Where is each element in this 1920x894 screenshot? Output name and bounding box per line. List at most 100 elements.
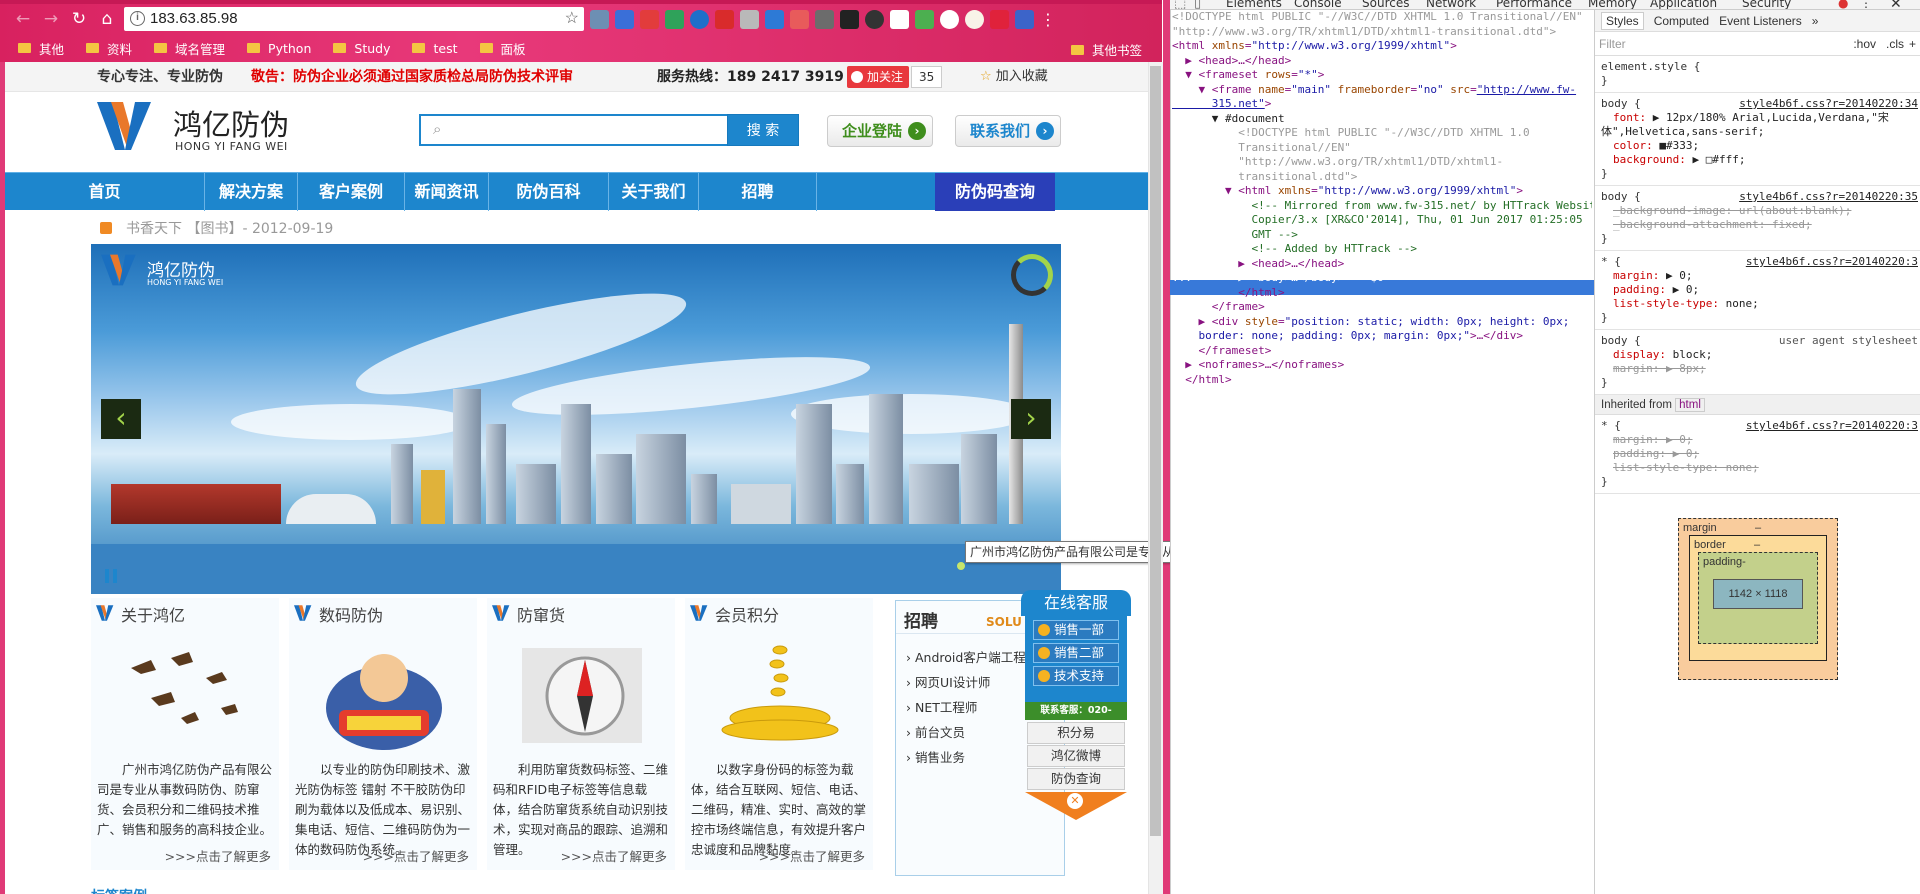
tab-event-listeners[interactable]: Event Listeners <box>1719 14 1802 28</box>
bookmark-star-icon[interactable]: ☆ <box>565 7 579 31</box>
job-item[interactable]: › 前台文员 <box>906 722 965 741</box>
service-sales-2[interactable]: 销售二部 <box>1033 643 1119 663</box>
info-icon[interactable]: i <box>130 11 145 26</box>
extension-icon[interactable] <box>715 10 734 29</box>
extension-icon[interactable] <box>640 10 659 29</box>
close-icon[interactable]: ✕ <box>1067 793 1083 809</box>
service-link[interactable]: 鸿亿微博 <box>1027 745 1125 767</box>
nav-item-home[interactable]: 首页 <box>5 173 205 211</box>
style-rule[interactable]: style4b6f.css?r=20140220:34 body {font: ▶… <box>1595 93 1920 186</box>
styles-filter-input[interactable]: Filter :hov .cls + <box>1595 32 1920 56</box>
reload-icon[interactable]: ↻ <box>68 8 90 30</box>
style-rule[interactable]: style4b6f.css?r=20140220:35 body {_backgr… <box>1595 186 1920 251</box>
tab-computed[interactable]: Computed <box>1654 14 1709 28</box>
nav-item-cases[interactable]: 客户案例 <box>298 173 405 211</box>
service-sales-1[interactable]: 销售一部 <box>1033 620 1119 640</box>
pause-icon[interactable] <box>105 569 119 583</box>
error-icon[interactable]: ● <box>1838 0 1848 9</box>
hero-slider[interactable]: 鸿亿防伪 HONG YI FANG WEI ‹ › <box>91 244 1061 594</box>
home-icon[interactable]: ⌂ <box>96 8 118 30</box>
dom-tree[interactable]: <!DOCTYPE html PUBLIC "-//W3C//DTD XHTML… <box>1172 10 1592 894</box>
box-model-diagram[interactable]: margin – border – padding- 1142 × 1118 <box>1678 518 1838 680</box>
nav-item-news[interactable]: 新闻资讯 <box>405 173 489 211</box>
style-rule[interactable]: user agent stylesheet body {display: bloc… <box>1595 330 1920 395</box>
extension-icon[interactable] <box>915 10 934 29</box>
extension-icon[interactable] <box>740 10 759 29</box>
tab-styles[interactable]: Styles <box>1601 11 1644 30</box>
extension-icon[interactable] <box>940 10 959 29</box>
nav-item-code-query[interactable]: 防伪码查询 <box>935 173 1055 211</box>
enterprise-login-button[interactable]: 企业登陆 › <box>827 115 933 147</box>
service-link[interactable]: 积分易 <box>1027 722 1125 744</box>
bookmark-folder[interactable]: 其他 <box>18 39 64 58</box>
bookmark-folder[interactable]: test <box>412 41 458 56</box>
job-item[interactable]: › 网页UI设计师 <box>906 672 990 691</box>
address-bar[interactable]: i 183.63.85.98 ☆ <box>124 7 584 31</box>
search-input[interactable]: ⌕ <box>419 114 729 146</box>
nav-item-solutions[interactable]: 解决方案 <box>205 173 298 211</box>
devtools-tab-console[interactable]: Console <box>1294 0 1342 9</box>
job-item[interactable]: › NET工程师 <box>906 697 977 716</box>
learn-more-link[interactable]: >>>点击了解更多 <box>363 846 469 865</box>
slider-next-button[interactable]: › <box>1011 399 1051 439</box>
extension-icon[interactable] <box>1015 10 1034 29</box>
devtools-tab-network[interactable]: Network <box>1426 0 1476 9</box>
menu-kebab-icon[interactable]: ⋮ <box>1040 10 1056 32</box>
slider-dot[interactable] <box>957 562 965 570</box>
devtools-tab-performance[interactable]: Performance <box>1496 0 1572 9</box>
extension-icon[interactable] <box>665 10 684 29</box>
devtools-tab-memory[interactable]: Memory <box>1588 0 1637 9</box>
device-icon[interactable]: ▯ <box>1194 0 1201 9</box>
style-rule[interactable]: element.style {} <box>1595 56 1920 93</box>
extension-icon[interactable] <box>865 10 884 29</box>
job-item[interactable]: › 销售业务 <box>906 747 965 766</box>
extension-icon[interactable] <box>990 10 1009 29</box>
learn-more-link[interactable]: >>>点击了解更多 <box>165 846 271 865</box>
bookmark-folder[interactable]: Python <box>247 41 311 56</box>
other-bookmarks[interactable]: 其他书签 <box>1070 40 1142 59</box>
bookmark-folder[interactable]: 资料 <box>86 39 132 58</box>
service-tech-support[interactable]: 技术支持 <box>1033 666 1119 686</box>
devtools-tab-elements[interactable]: Elements <box>1226 0 1282 9</box>
service-link[interactable]: 防伪查询 <box>1027 768 1125 790</box>
extension-icon[interactable] <box>965 10 984 29</box>
cls-toggle[interactable]: .cls <box>1886 32 1904 56</box>
search-button[interactable]: 搜 索 <box>727 114 799 146</box>
slider-prev-button[interactable]: ‹ <box>101 399 141 439</box>
extension-icon[interactable] <box>890 10 909 29</box>
devtools-tab-application[interactable]: Application <box>1650 0 1717 9</box>
devtools-tab-security[interactable]: Security <box>1742 0 1791 9</box>
bookmark-folder[interactable]: Study <box>333 41 390 56</box>
extension-icon[interactable] <box>590 10 609 29</box>
learn-more-link[interactable]: >>>点击了解更多 <box>759 846 865 865</box>
more-tabs-icon[interactable]: » <box>1812 14 1819 28</box>
weibo-follow-button[interactable]: 加关注 <box>847 66 910 88</box>
hov-toggle[interactable]: :hov <box>1853 32 1876 56</box>
style-rule[interactable]: style4b6f.css?r=20140220:3 * {margin: ▶ 0… <box>1595 415 1920 494</box>
nav-item-encyclopedia[interactable]: 防伪百科 <box>489 173 609 211</box>
close-icon[interactable]: ✕ <box>1890 0 1902 9</box>
devtools-tab-sources[interactable]: Sources <box>1362 0 1409 9</box>
add-rule-icon[interactable]: + <box>1909 32 1916 56</box>
job-item[interactable]: › Android客户端工程 <box>906 647 1026 666</box>
back-icon[interactable]: ← <box>12 8 34 30</box>
extension-icon[interactable] <box>790 10 809 29</box>
bookmark-folder[interactable]: 域名管理 <box>154 39 225 58</box>
style-rule[interactable]: style4b6f.css?r=20140220:3 * {margin: ▶ 0… <box>1595 251 1920 330</box>
more-icon[interactable]: ⋮ <box>1860 0 1872 9</box>
nav-item-jobs[interactable]: 招聘 <box>699 173 817 211</box>
extension-icon[interactable] <box>615 10 634 29</box>
forward-icon[interactable]: → <box>40 8 62 30</box>
nav-item-about[interactable]: 关于我们 <box>609 173 699 211</box>
brand-logo-icon[interactable] <box>95 98 155 154</box>
inspect-icon[interactable]: ⬚ <box>1174 0 1186 9</box>
add-favorite-link[interactable]: ☆ 加入收藏 <box>980 62 1048 92</box>
scrollbar-thumb[interactable] <box>1150 66 1161 836</box>
extension-icon[interactable] <box>815 10 834 29</box>
bookmark-folder[interactable]: 面板 <box>479 39 526 58</box>
extension-icon[interactable] <box>690 10 709 29</box>
learn-more-link[interactable]: >>>点击了解更多 <box>561 846 667 865</box>
contact-us-button[interactable]: 联系我们 › <box>955 115 1061 147</box>
extension-icon[interactable] <box>765 10 784 29</box>
extension-icon[interactable] <box>840 10 859 29</box>
